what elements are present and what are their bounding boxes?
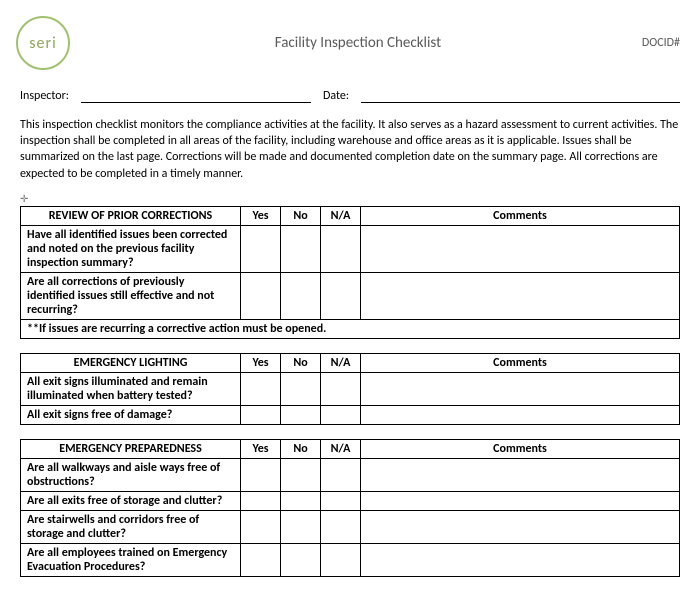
cell-comments[interactable] xyxy=(361,491,680,510)
inspector-label: Inspector: xyxy=(20,89,69,103)
col-comments: Comments xyxy=(361,206,680,225)
col-no: No xyxy=(281,439,321,458)
cell-yes[interactable] xyxy=(241,372,281,405)
col-na: N/A xyxy=(321,439,361,458)
question-cell: Are stairwells and corridors free of sto… xyxy=(21,510,241,543)
question-cell: Are all corrections of previously identi… xyxy=(21,272,241,319)
col-no: No xyxy=(281,206,321,225)
table-row: All exit signs free of damage? xyxy=(21,405,680,424)
table-row: Are all walkways and aisle ways free of … xyxy=(21,458,680,491)
cell-no[interactable] xyxy=(281,458,321,491)
cell-yes[interactable] xyxy=(241,458,281,491)
section-heading: EMERGENCY LIGHTING xyxy=(21,353,241,372)
cell-no[interactable] xyxy=(281,405,321,424)
cell-yes[interactable] xyxy=(241,272,281,319)
cell-na[interactable] xyxy=(321,405,361,424)
col-yes: Yes xyxy=(241,206,281,225)
section-table: REVIEW OF PRIOR CORRECTIONSYesNoN/AComme… xyxy=(20,206,680,339)
section-table: EMERGENCY PREPAREDNESSYesNoN/AComments Ar… xyxy=(20,439,680,577)
footnote-cell: **If issues are recurring a corrective a… xyxy=(21,319,680,338)
section-heading: EMERGENCY PREPAREDNESS xyxy=(21,439,241,458)
cell-na[interactable] xyxy=(321,272,361,319)
date-field[interactable] xyxy=(361,88,680,103)
cell-yes[interactable] xyxy=(241,491,281,510)
cell-yes[interactable] xyxy=(241,543,281,576)
header: seri Facility Inspection Checklist DOCID… xyxy=(20,16,680,70)
col-comments: Comments xyxy=(361,353,680,372)
question-cell: All exit signs free of damage? xyxy=(21,405,241,424)
section-heading: REVIEW OF PRIOR CORRECTIONS xyxy=(21,206,241,225)
footnote-row: **If issues are recurring a corrective a… xyxy=(21,319,680,338)
cell-no[interactable] xyxy=(281,272,321,319)
page-title: Facility Inspection Checklist xyxy=(74,34,642,52)
cell-no[interactable] xyxy=(281,491,321,510)
cell-no[interactable] xyxy=(281,372,321,405)
tables-container: ✛REVIEW OF PRIOR CORRECTIONSYesNoN/AComm… xyxy=(20,192,680,577)
cell-yes[interactable] xyxy=(241,225,281,272)
question-cell: Are all exits free of storage and clutte… xyxy=(21,491,241,510)
question-cell: Are all walkways and aisle ways free of … xyxy=(21,458,241,491)
col-no: No xyxy=(281,353,321,372)
date-label: Date: xyxy=(323,89,349,103)
table-row: Are all corrections of previously identi… xyxy=(21,272,680,319)
question-cell: Are all employees trained on Emergency E… xyxy=(21,543,241,576)
docid-label: DOCID# xyxy=(642,36,680,50)
cell-no[interactable] xyxy=(281,543,321,576)
section-table: EMERGENCY LIGHTINGYesNoN/AComments All ex… xyxy=(20,353,680,425)
cell-na[interactable] xyxy=(321,543,361,576)
col-yes: Yes xyxy=(241,353,281,372)
table-anchor-icon: ✛ xyxy=(20,192,28,205)
cell-yes[interactable] xyxy=(241,510,281,543)
intro-paragraph: This inspection checklist monitors the c… xyxy=(20,117,680,182)
cell-comments[interactable] xyxy=(361,405,680,424)
inspector-field[interactable] xyxy=(81,88,311,103)
cell-na[interactable] xyxy=(321,458,361,491)
cell-na[interactable] xyxy=(321,510,361,543)
question-cell: All exit signs illuminated and remain il… xyxy=(21,372,241,405)
table-row: All exit signs illuminated and remain il… xyxy=(21,372,680,405)
question-cell: Have all identified issues been correcte… xyxy=(21,225,241,272)
cell-comments[interactable] xyxy=(361,543,680,576)
cell-na[interactable] xyxy=(321,372,361,405)
cell-no[interactable] xyxy=(281,510,321,543)
cell-no[interactable] xyxy=(281,225,321,272)
table-row: Are all employees trained on Emergency E… xyxy=(21,543,680,576)
cell-comments[interactable] xyxy=(361,458,680,491)
cell-comments[interactable] xyxy=(361,225,680,272)
col-yes: Yes xyxy=(241,439,281,458)
cell-comments[interactable] xyxy=(361,372,680,405)
col-na: N/A xyxy=(321,353,361,372)
table-row: Have all identified issues been correcte… xyxy=(21,225,680,272)
logo: seri xyxy=(16,16,70,70)
cell-comments[interactable] xyxy=(361,272,680,319)
col-na: N/A xyxy=(321,206,361,225)
col-comments: Comments xyxy=(361,439,680,458)
cell-comments[interactable] xyxy=(361,510,680,543)
cell-yes[interactable] xyxy=(241,405,281,424)
table-row: Are stairwells and corridors free of sto… xyxy=(21,510,680,543)
table-row: Are all exits free of storage and clutte… xyxy=(21,491,680,510)
meta-row: Inspector: Date: xyxy=(20,88,680,103)
cell-na[interactable] xyxy=(321,225,361,272)
cell-na[interactable] xyxy=(321,491,361,510)
